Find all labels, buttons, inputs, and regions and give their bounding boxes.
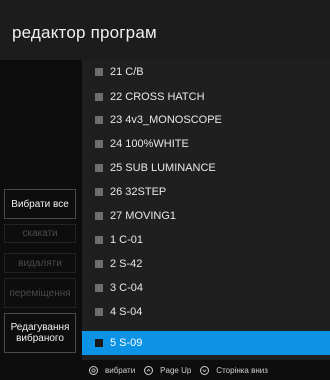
program-label: 5 S-09 [110, 337, 143, 349]
program-row[interactable]: 24 100%WHITE [82, 132, 330, 155]
checkbox-icon [95, 259, 103, 268]
program-label: 26 32STEP [110, 185, 167, 198]
hint-select: вибрати [89, 365, 136, 375]
checkbox-icon [95, 211, 103, 220]
program-row[interactable]: 1 C-01 [82, 228, 330, 251]
program-row[interactable]: 21 C/B [82, 60, 330, 83]
hint-label: Сторінка вниз [216, 365, 268, 375]
program-label: 23 4v3_MONOSCOPE [110, 113, 222, 126]
checkbox-icon [95, 283, 103, 292]
program-row[interactable]: 27 MOVING1 [82, 204, 330, 227]
checkbox-icon [95, 92, 103, 101]
program-row[interactable]: 26 32STEP [82, 180, 330, 203]
program-label: 22 CROSS HATCH [110, 90, 205, 103]
checkbox-icon [95, 139, 103, 148]
program-row-selected[interactable]: 5 S-09 [82, 331, 330, 355]
page-down-key-icon [200, 365, 210, 375]
program-row[interactable]: 22 CROSS HATCH [82, 85, 330, 108]
header-bar: редактор програм [0, 0, 330, 60]
delete-button[interactable]: видаляти [4, 253, 76, 273]
program-label: 24 100%WHITE [110, 137, 189, 150]
move-button[interactable]: переміщення [4, 278, 76, 308]
skip-button[interactable]: скакати [4, 224, 76, 243]
program-row[interactable]: 3 C-04 [82, 276, 330, 299]
program-row[interactable]: 2 S-42 [82, 252, 330, 275]
hint-label: Page Up [160, 365, 192, 375]
program-label: 3 C-04 [110, 281, 144, 294]
sidebar: Вибрати все скакати видаляти переміщення… [0, 60, 82, 360]
edit-selected-button[interactable]: Редагування вибраного [4, 313, 76, 353]
hint-label: вибрати [105, 365, 136, 375]
ok-key-icon [89, 365, 98, 375]
hint-page-down: Сторінка вниз [200, 365, 268, 375]
program-label: 2 S-42 [110, 257, 143, 270]
page-title: редактор програм [12, 23, 157, 42]
program-row[interactable]: 4 S-04 [82, 300, 330, 323]
program-row[interactable]: 25 SUB LUMINANCE [82, 156, 330, 179]
checkbox-icon [95, 163, 103, 172]
checkbox-icon [95, 115, 103, 124]
hint-page-up: Page Up [144, 365, 192, 375]
checkbox-icon [95, 307, 103, 316]
program-list: 21 C/B 22 CROSS HATCH 23 4v3_MONOSCOPE 2… [82, 60, 330, 360]
key-hints-bar: вибрати Page Up Сторінка вниз [82, 360, 330, 380]
checkbox-icon [95, 187, 103, 196]
program-label: 27 MOVING1 [110, 209, 177, 222]
program-label: 1 C-01 [110, 233, 144, 246]
checkbox-icon [95, 339, 103, 347]
page-up-key-icon [144, 365, 154, 375]
program-label: 25 SUB LUMINANCE [110, 161, 216, 174]
checkbox-icon [95, 235, 103, 244]
checkbox-icon [95, 67, 103, 76]
program-row[interactable]: 23 4v3_MONOSCOPE [82, 108, 330, 131]
program-label: 21 C/B [110, 65, 144, 78]
select-all-button[interactable]: Вибрати все [4, 189, 76, 219]
program-label: 4 S-04 [110, 305, 143, 318]
